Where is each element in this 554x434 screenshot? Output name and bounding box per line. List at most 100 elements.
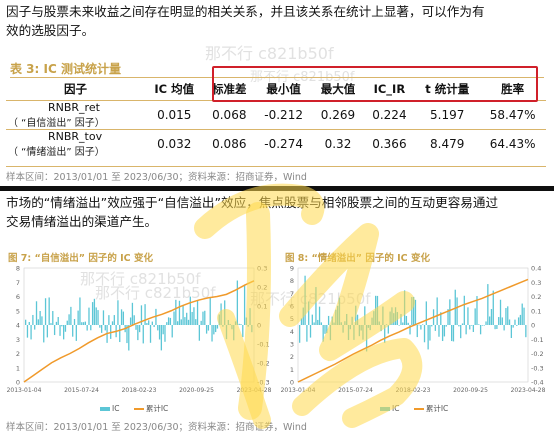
factor-description: （ “情绪溢出” 因子） (8, 147, 105, 158)
ic-bar (93, 298, 96, 325)
x-tick-label: 2020-09-25 (179, 387, 214, 394)
y-tick-label-left: 1 (290, 366, 294, 374)
ic-bar (108, 315, 110, 325)
ic-bar (215, 325, 217, 333)
ic-bar (186, 312, 188, 325)
ic-bar (326, 325, 328, 334)
ic-bar (416, 325, 418, 338)
ic-bar (245, 317, 248, 325)
x-tick-label: 2015-07-24 (64, 387, 99, 394)
ic-bar (153, 325, 155, 328)
ic-bar (79, 297, 81, 325)
y-tick-label-left: 4 (290, 328, 294, 336)
ic-bar (349, 325, 351, 330)
ic-bar (77, 310, 79, 325)
ic-bar (420, 325, 422, 330)
ic-bar (231, 325, 233, 330)
ic-bar (129, 317, 132, 325)
ic-bar (191, 311, 193, 325)
ic-bar (139, 325, 141, 333)
ic-bar (216, 325, 219, 329)
ic-bar (335, 309, 337, 325)
ic-bar (70, 306, 72, 325)
y-tick-label-left: 5 (16, 307, 20, 315)
ic-bar (384, 325, 386, 343)
ic-bar (59, 325, 61, 336)
ic-bar (306, 325, 308, 342)
ic-bar (32, 314, 34, 325)
ic-bar (340, 322, 342, 325)
ic-bar (196, 300, 199, 325)
ic-bar (487, 284, 489, 325)
ic-bar (507, 306, 509, 325)
ic-bar (393, 313, 395, 325)
factor-name: RNBR_tov （ “情绪溢出” 因子） (6, 130, 145, 158)
paragraph-line-2: 交易情绪溢出的渠道产生。 (6, 214, 158, 229)
ic-bar (222, 325, 224, 327)
ic-bar (356, 314, 359, 325)
y-tick-label-right: -0.3 (531, 364, 544, 372)
ic-bar (213, 325, 215, 335)
ic-bar (329, 325, 332, 341)
ic-bar (224, 300, 226, 325)
table-cell: 58.47% (489, 108, 536, 122)
y-tick-label-right: 0 (531, 322, 535, 330)
legend-label: 累计IC (145, 404, 169, 413)
y-tick-label-left: 5 (290, 315, 294, 323)
ic-bar (452, 325, 455, 342)
chart-legend: IC 累计IC (380, 403, 448, 414)
x-tick-label: 2018-02-23 (396, 387, 431, 394)
ic-bar (104, 325, 106, 331)
ic-bar (434, 325, 437, 331)
ic-bar (320, 322, 323, 325)
ic-bar (95, 307, 97, 325)
ic-bar (44, 298, 47, 325)
ic-bar (300, 318, 303, 325)
chart-sentiment-spillover-ic: 0 1 2 3 4 5 6 7 8 9 -0.4 -0.3 -0.2 -0.1 0 0.1 0.2 0.3 0.4 2… (281, 265, 546, 395)
ic-bar (512, 325, 514, 328)
ic-bar (521, 303, 523, 325)
ic-bar (492, 290, 494, 325)
ic-bar (73, 318, 76, 325)
ic-bar (402, 322, 404, 325)
ic-bar (233, 325, 235, 341)
y-tick-label-left: 8 (290, 277, 294, 285)
ic-bar (355, 305, 357, 325)
ic-bar (474, 308, 476, 325)
ic-bar (148, 320, 150, 325)
ic-bar (478, 324, 480, 325)
y-tick-label-left: 7 (290, 290, 294, 298)
ic-bar (418, 324, 420, 326)
ic-bar (467, 307, 469, 325)
ic-bar (249, 308, 251, 325)
ic-bar (61, 325, 63, 327)
y-tick-label-left: 2 (290, 353, 294, 361)
ic-bar (202, 311, 204, 325)
ic-bar (88, 307, 90, 325)
ic-bar (117, 300, 119, 325)
table-cell: 0.269 (320, 108, 356, 122)
ic-bar (385, 324, 388, 325)
ic-bar (184, 317, 186, 325)
y-tick-label-right: -0.1 (257, 341, 270, 349)
ic-bar (317, 319, 319, 325)
ic-bar (483, 325, 485, 326)
ic-bar (369, 325, 371, 331)
table-row: RNBR_ret （ “自信溢出” 因子） 0.015 0.068 -0.212… (6, 101, 546, 130)
ic-bar (451, 325, 453, 342)
ic-bar (131, 302, 134, 325)
ic-bar (48, 297, 50, 325)
column-header: IC 均值 (154, 82, 195, 96)
ic-bar (449, 299, 451, 325)
y-tick-label-right: 0.3 (257, 265, 267, 273)
ic-bar (84, 321, 87, 325)
ic-bar (333, 322, 335, 325)
ic-bar (414, 299, 417, 325)
ic-bar (137, 325, 139, 341)
x-tick-label: 2015-07-24 (338, 387, 373, 394)
ic-bar (485, 321, 487, 325)
ic-bar (347, 325, 350, 340)
ic-bar (57, 317, 59, 325)
ic-bar (427, 325, 429, 350)
ic-bar (315, 287, 317, 325)
